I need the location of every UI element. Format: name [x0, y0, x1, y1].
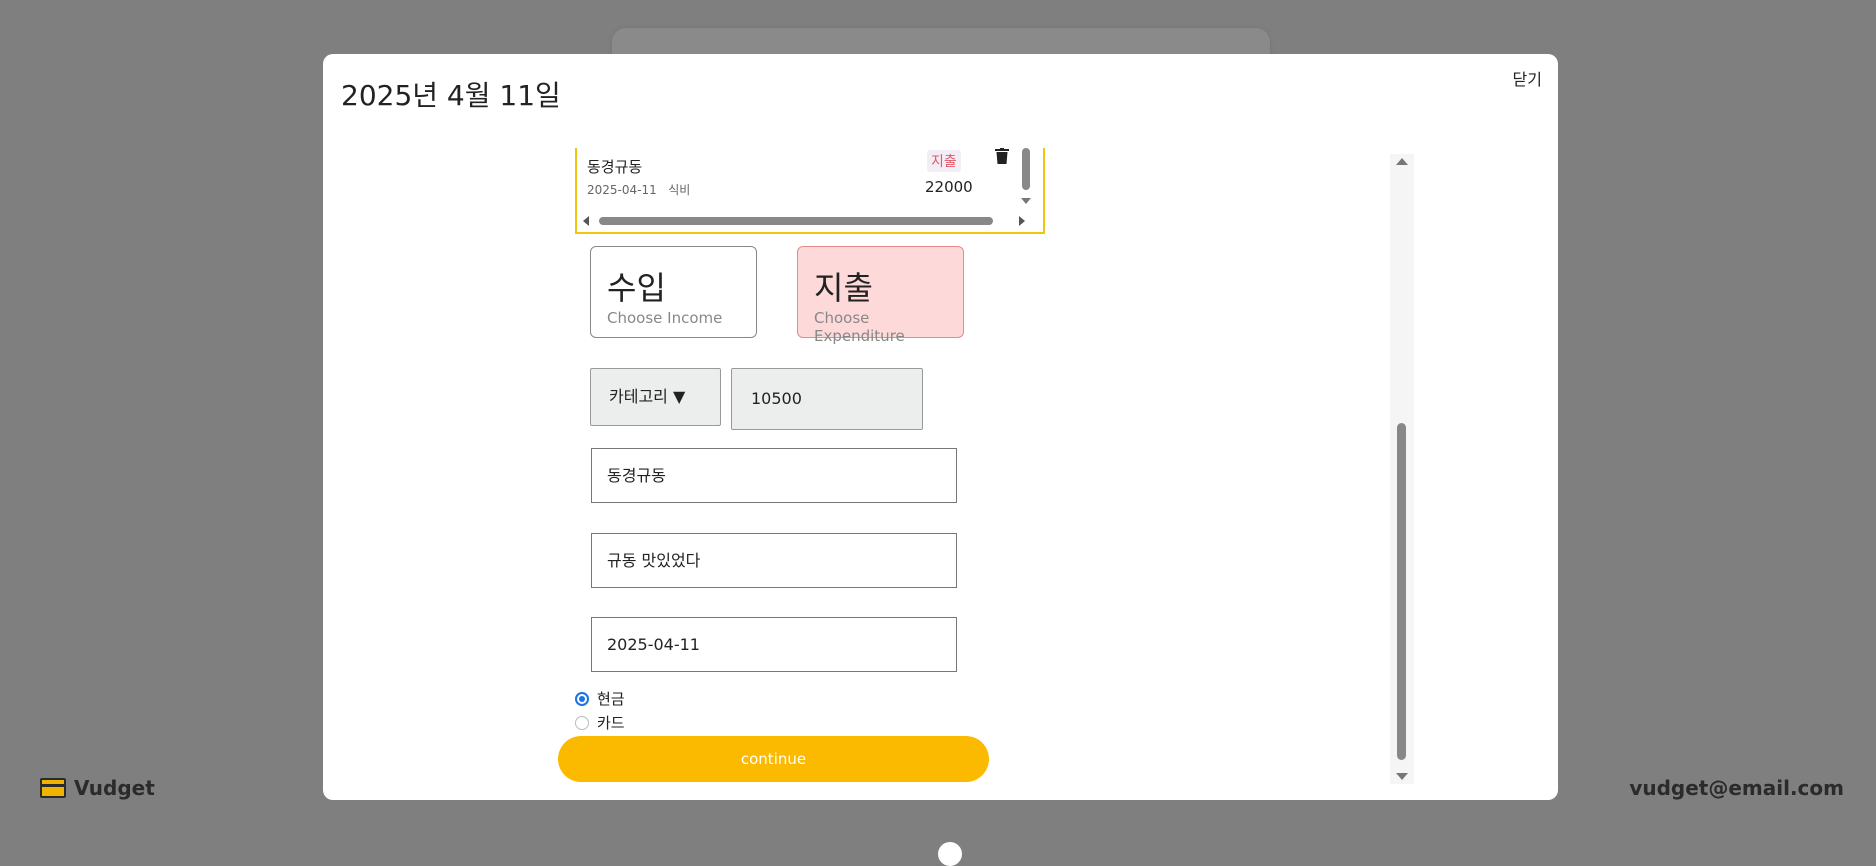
modal-scrollbar[interactable] [1390, 154, 1414, 784]
expense-type-button[interactable]: 지출 Choose Expenditure [797, 246, 964, 345]
transaction-list: 동경규동 2025-04-11 식비 지출 22000 [575, 148, 1045, 234]
trash-icon[interactable] [995, 148, 1009, 164]
transaction-title: 동경규동 [587, 158, 643, 176]
date-input[interactable]: 2025-04-11 [591, 617, 957, 672]
scroll-up-icon[interactable] [1396, 158, 1408, 165]
vscroll-thumb[interactable] [1022, 148, 1030, 190]
scroll-right-icon[interactable] [1019, 216, 1025, 226]
income-label: 수입 [607, 269, 666, 307]
modal-title: 2025년 4월 11일 [341, 79, 561, 112]
scroll-down-icon[interactable] [1396, 773, 1408, 780]
amount-input[interactable]: 10500 [731, 368, 923, 430]
page-indicator [938, 842, 962, 866]
transaction-list-hscroll[interactable] [581, 214, 1027, 228]
name-input[interactable]: 동경규동 [591, 448, 957, 503]
transaction-category: 식비 [668, 183, 691, 197]
scrollbar-thumb[interactable] [1397, 423, 1406, 760]
close-button[interactable]: 닫기 [1513, 66, 1542, 90]
expense-label: 지출 [814, 269, 873, 307]
card-label: 카드 [597, 714, 625, 732]
income-sub: Choose Income [607, 309, 723, 327]
transaction-meta: 2025-04-11 식비 [587, 181, 690, 198]
card-radio[interactable] [575, 715, 589, 730]
brand-name: Vudget [74, 776, 155, 800]
transaction-amount: 22000 [925, 178, 973, 196]
expense-sub: Choose Expenditure [814, 309, 905, 345]
transaction-type-badge: 지출 [927, 150, 961, 172]
category-dropdown[interactable]: 카테고리 ▼ [590, 368, 721, 426]
payment-option-cash[interactable]: 현금 [575, 688, 625, 709]
transaction-list-vscroll[interactable] [1019, 148, 1033, 208]
wallet-icon [40, 778, 66, 798]
scroll-left-icon[interactable] [583, 216, 589, 226]
brand: Vudget [40, 776, 155, 800]
income-type-button[interactable]: 수입 Choose Income [590, 246, 757, 338]
cash-label: 현금 [597, 690, 625, 708]
continue-button[interactable]: continue [558, 736, 989, 782]
scroll-down-icon[interactable] [1021, 198, 1031, 204]
cash-radio[interactable] [575, 691, 589, 706]
payment-option-card[interactable]: 카드 [575, 712, 625, 733]
transaction-date: 2025-04-11 [587, 183, 657, 197]
memo-input[interactable]: 규동 맛있었다 [591, 533, 957, 588]
hscroll-thumb[interactable] [599, 217, 993, 225]
day-detail-modal: 2025년 4월 11일 닫기 동경규동 2025-04-11 식비 지출 22… [323, 54, 1558, 800]
user-email: vudget@email.com [1629, 776, 1844, 800]
